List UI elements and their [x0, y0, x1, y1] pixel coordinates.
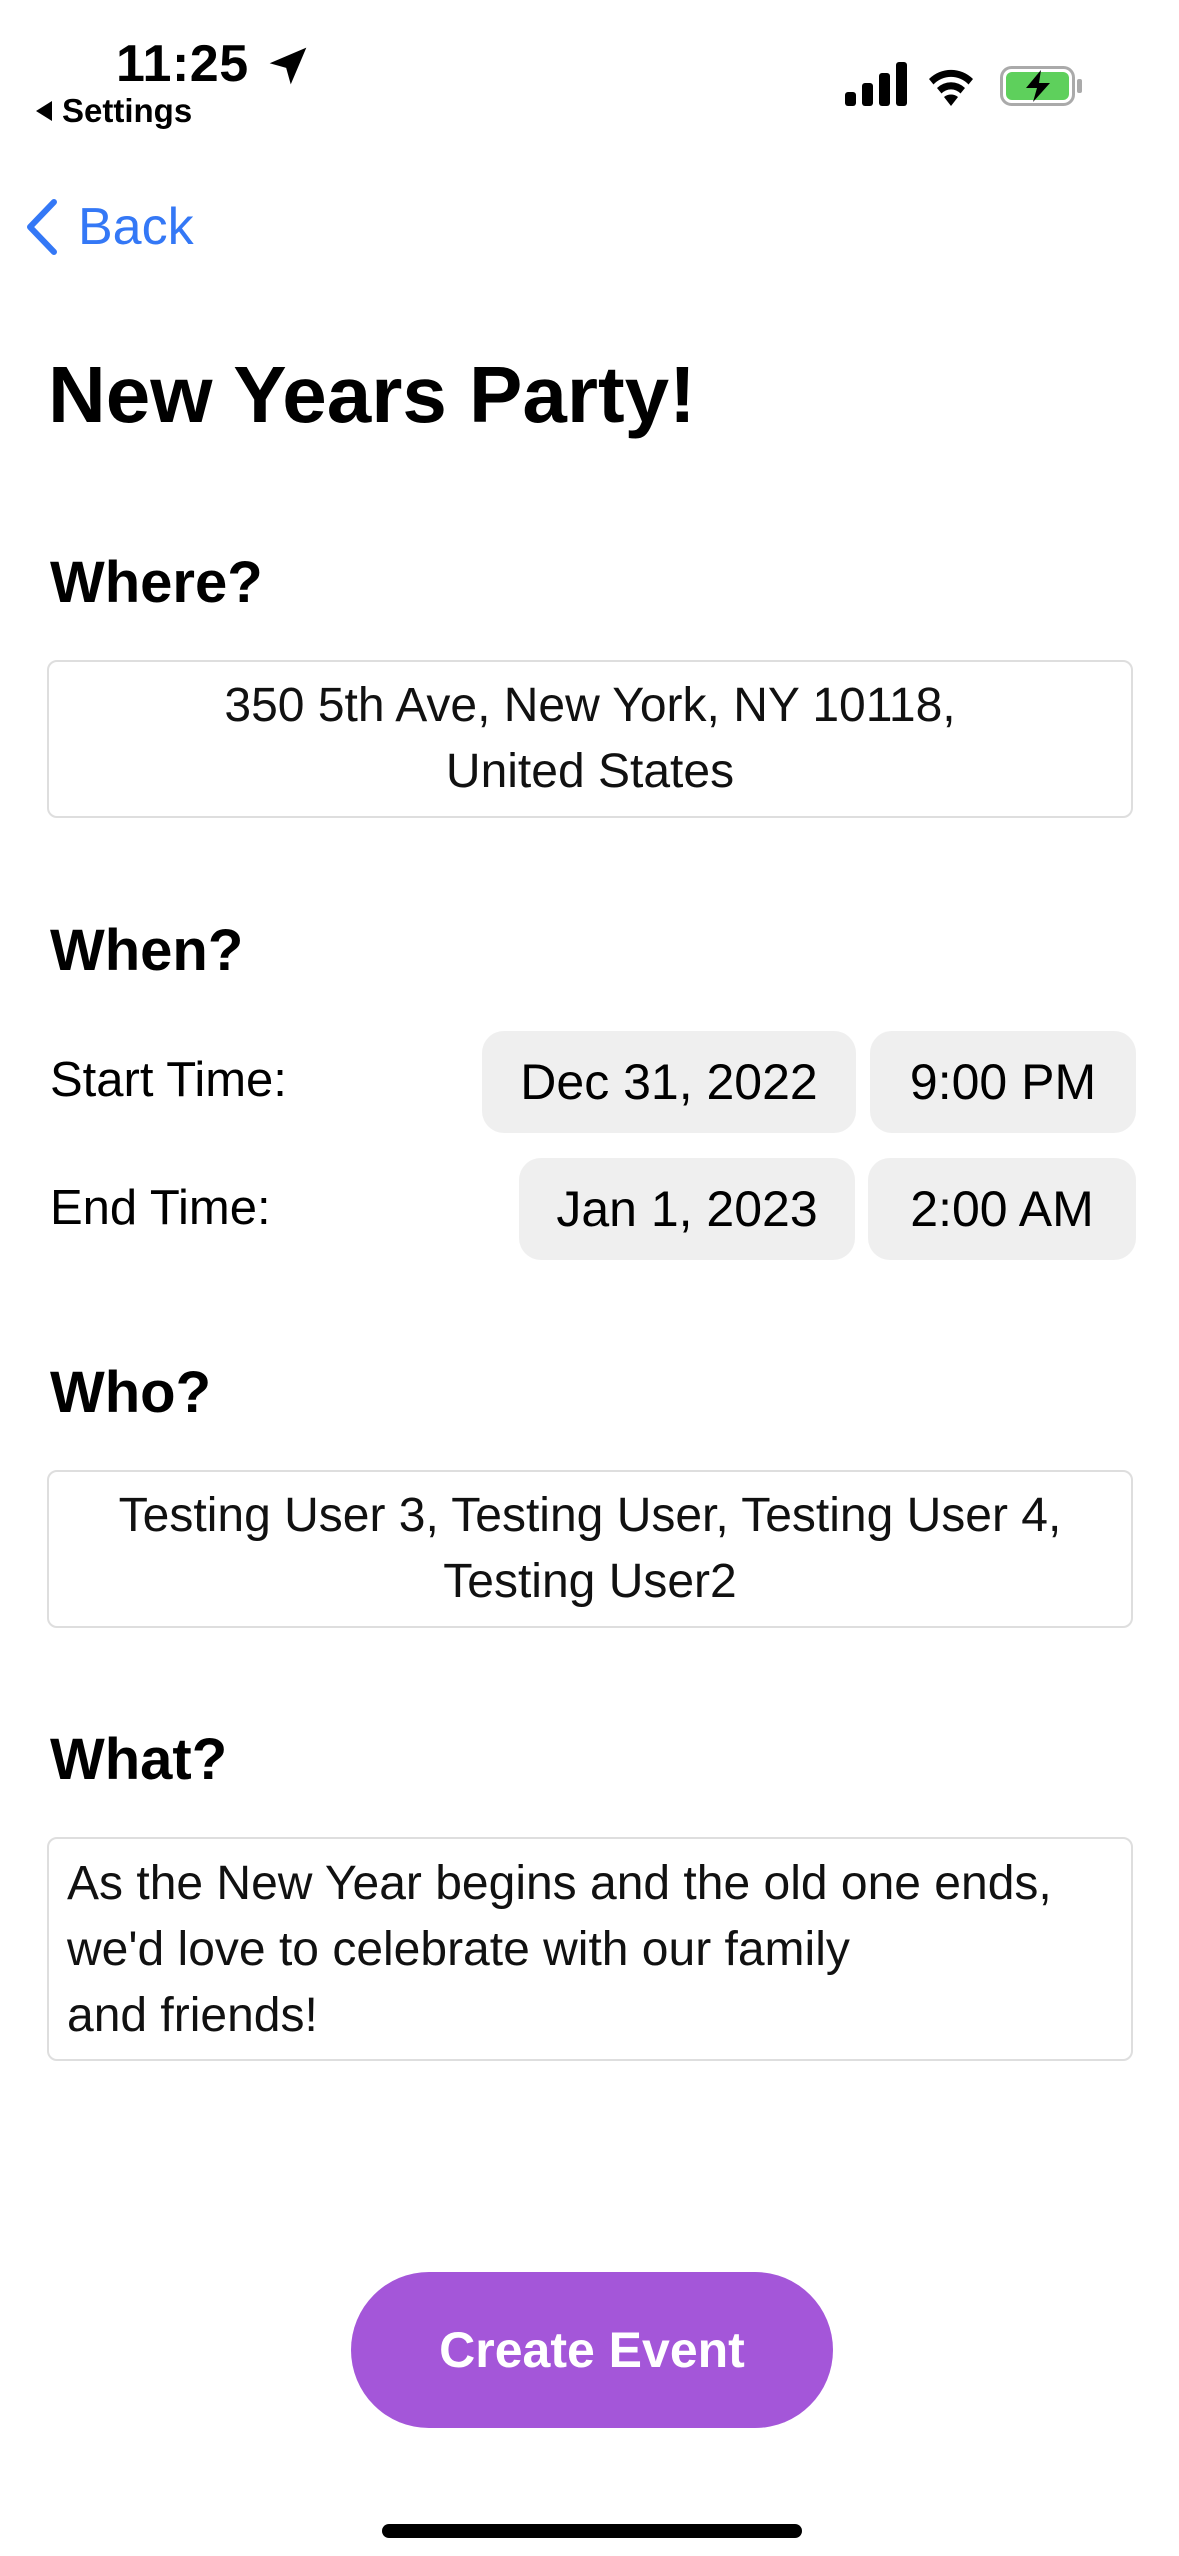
start-time-label: Start Time: [50, 1053, 287, 1107]
wifi-icon [929, 69, 973, 106]
battery-charging-icon [1000, 66, 1082, 106]
end-time-picker[interactable]: 2:00 AM [868, 1158, 1136, 1260]
where-line-1: 350 5th Ave, New York, NY 10118, [224, 679, 956, 732]
where-heading: Where? [50, 550, 263, 615]
back-button[interactable]: Back [24, 192, 194, 262]
start-date-picker[interactable]: Dec 31, 2022 [482, 1031, 856, 1133]
where-line-2: United States [445, 745, 735, 798]
back-triangle-icon [36, 101, 52, 121]
who-field[interactable]: Testing User 3, Testing User, Testing Us… [47, 1470, 1133, 1628]
start-time-picker[interactable]: 9:00 PM [870, 1031, 1136, 1133]
back-button-label: Back [78, 198, 194, 256]
what-field[interactable]: As the New Year begins and the old one e… [47, 1837, 1133, 2061]
what-line-3: and friends! [67, 1989, 318, 2042]
what-line-1: As the New Year begins and the old one e… [67, 1857, 1052, 1910]
event-title: New Years Party! [48, 350, 696, 439]
end-date-picker[interactable]: Jan 1, 2023 [519, 1158, 855, 1260]
back-app-label: Settings [62, 92, 193, 129]
location-arrow-icon [269, 47, 307, 85]
what-line-2: we'd love to celebrate with our family [67, 1923, 850, 1976]
chevron-left-icon [27, 199, 57, 255]
back-to-app-link[interactable]: Settings [36, 92, 192, 130]
when-heading: When? [50, 918, 244, 983]
end-time-label: End Time: [50, 1181, 271, 1235]
what-heading: What? [50, 1727, 228, 1792]
where-field[interactable]: 350 5th Ave, New York, NY 10118, United … [47, 660, 1133, 818]
home-indicator[interactable] [382, 2524, 802, 2538]
create-event-button[interactable]: Create Event [351, 2272, 833, 2428]
cellular-signal-icon [845, 62, 907, 106]
status-time: 11:25 [116, 35, 249, 93]
who-heading: Who? [50, 1360, 212, 1425]
who-line-1: Testing User 3, Testing User, Testing Us… [118, 1489, 1062, 1542]
who-line-2: Testing User2 [443, 1555, 737, 1608]
